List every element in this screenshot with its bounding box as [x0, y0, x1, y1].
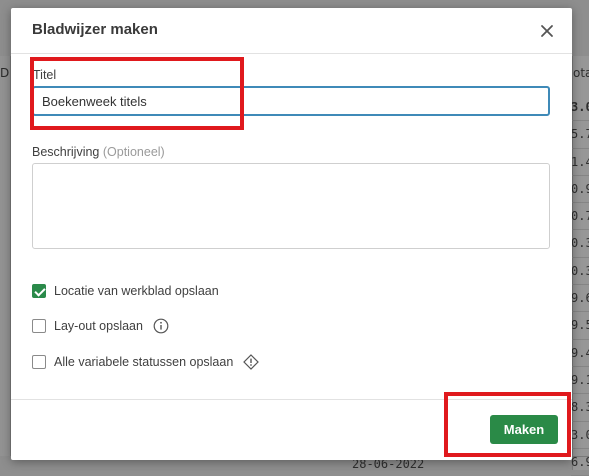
save-layout-option[interactable]: Lay-out opslaan: [32, 318, 169, 334]
close-icon: [535, 19, 559, 43]
close-button[interactable]: [535, 19, 559, 43]
title-field-label: Titel: [33, 68, 57, 82]
save-sheet-location-checkbox[interactable]: [32, 284, 46, 298]
background-value: 6.9: [571, 449, 589, 476]
save-variable-states-checkbox[interactable]: [32, 355, 46, 369]
background-value: 0.3: [571, 230, 589, 258]
save-variable-states-option[interactable]: Alle variabele statussen opslaan: [32, 354, 260, 370]
save-layout-checkbox[interactable]: [32, 319, 46, 333]
background-value: 8.3: [571, 394, 589, 422]
info-icon[interactable]: [153, 318, 169, 334]
save-sheet-location-option[interactable]: Locatie van werkblad opslaan: [32, 283, 219, 299]
background-value: 0.7: [571, 203, 589, 231]
background-value: 9.5: [571, 312, 589, 340]
background-left-column: [0, 56, 11, 456]
dialog-footer-divider: [11, 399, 572, 400]
save-layout-label: Lay-out opslaan: [54, 319, 143, 333]
background-value: 5.7: [571, 121, 589, 149]
background-value: 9.6: [571, 285, 589, 313]
create-bookmark-dialog: Bladwijzer maken Titel Beschrijving (Opt…: [11, 8, 572, 460]
background-value: 9.1: [571, 367, 589, 395]
warning-diamond-icon[interactable]: [243, 354, 260, 370]
description-label-text: Beschrijving: [32, 145, 100, 159]
background-value: 0.3: [571, 258, 589, 286]
save-sheet-location-label: Locatie van werkblad opslaan: [54, 284, 219, 298]
dialog-header: Bladwijzer maken: [11, 8, 572, 54]
optional-note: (Optioneel): [102, 145, 165, 159]
save-variable-states-label: Alle variabele statussen opslaan: [54, 355, 234, 369]
background-value-list: 3.0 5.7 1.4 0.9 0.7 0.3 0.3 9.6 9.5 9.4 …: [571, 94, 589, 476]
title-input[interactable]: [32, 86, 550, 116]
background-right-header: ota d: [573, 66, 589, 80]
background-left-header: D: [0, 66, 10, 80]
background-value: 1.4: [571, 149, 589, 176]
background-value: 9.4: [571, 340, 589, 367]
make-button[interactable]: Maken: [490, 415, 558, 444]
background-value: 3.0: [571, 422, 589, 449]
background-value: 3.0: [571, 94, 589, 122]
description-field-label: Beschrijving (Optioneel): [32, 145, 165, 159]
description-textarea[interactable]: [32, 163, 550, 249]
dialog-title: Bladwijzer maken: [32, 21, 158, 38]
background-value: 0.9: [571, 176, 589, 204]
